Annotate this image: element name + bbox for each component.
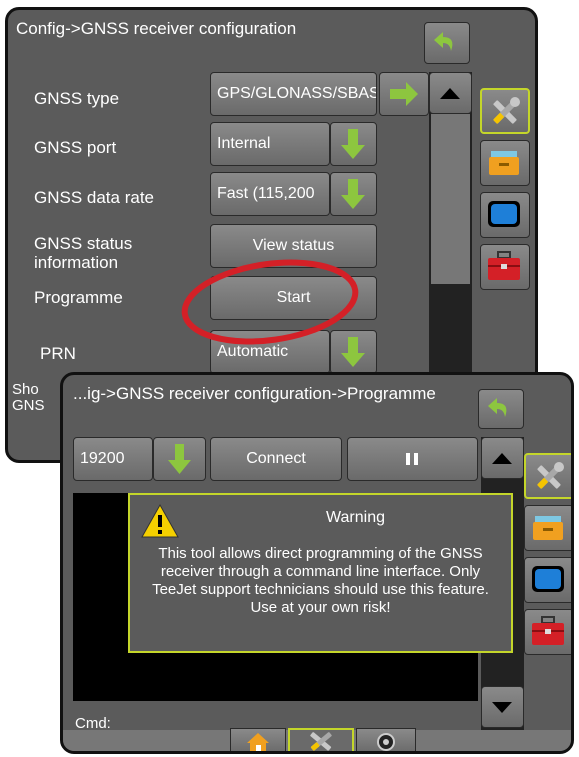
down-triangle-icon <box>492 702 512 713</box>
warning-dialog: Warning This tool allows direct programm… <box>128 493 513 653</box>
tab-tools[interactable] <box>288 728 354 751</box>
row-label-show-gnss: Sho GNS <box>12 381 45 414</box>
up-triangle-icon <box>492 453 512 464</box>
screen-title: Config->GNSS receiver configuration <box>16 19 297 38</box>
console-button[interactable] <box>524 557 571 603</box>
gnss-data-rate-dropdown-button[interactable] <box>330 172 377 216</box>
scroll-down-button[interactable] <box>481 686 524 728</box>
home-icon <box>247 733 269 751</box>
console-icon <box>532 566 564 592</box>
row-label-gnss-type: GNSS type <box>34 89 120 108</box>
down-arrow-icon <box>341 179 365 209</box>
scroll-up-button[interactable] <box>429 72 472 114</box>
row-label-gnss-status: GNSS status information <box>34 234 133 272</box>
back-button[interactable] <box>424 22 470 64</box>
toolbox-button[interactable] <box>524 609 571 655</box>
programme-screen: ...ig->GNSS receiver configuration->Prog… <box>60 372 574 754</box>
right-arrow-icon <box>390 82 418 106</box>
row-label-programme: Programme <box>34 288 123 307</box>
warning-text: This tool allows direct programming of t… <box>152 545 489 616</box>
data-drawer-button[interactable] <box>480 140 530 186</box>
tab-gauge[interactable] <box>356 728 416 751</box>
back-arrow-icon <box>488 398 507 417</box>
console-icon <box>488 201 520 227</box>
drawer-icon <box>489 151 519 175</box>
scrollbar-thumb[interactable] <box>431 114 470 284</box>
warning-title: Warning <box>326 509 385 526</box>
row-label-prn: PRN <box>40 344 76 363</box>
gnss-type-value[interactable]: GPS/GLONASS/SBAS <box>210 72 377 116</box>
down-arrow-icon <box>341 129 365 159</box>
tools-icon <box>310 732 332 751</box>
connect-button[interactable]: Connect <box>210 437 342 481</box>
baud-rate-value[interactable]: 19200 <box>73 437 153 481</box>
highlight-ellipse <box>181 259 359 345</box>
tools-button[interactable] <box>524 453 571 499</box>
scroll-up-button[interactable] <box>481 437 524 479</box>
toolbox-button[interactable] <box>480 244 530 290</box>
gnss-data-rate-value[interactable]: Fast (115,200 <box>210 172 330 216</box>
tools-icon <box>537 462 564 489</box>
drawer-icon <box>533 516 563 540</box>
row-label-gnss-port: GNSS port <box>34 138 117 157</box>
gauge-icon <box>377 733 395 751</box>
screen-title: ...ig->GNSS receiver configuration->Prog… <box>73 384 436 403</box>
tools-button[interactable] <box>480 88 530 134</box>
gnss-port-dropdown-button[interactable] <box>330 122 377 166</box>
tab-home[interactable] <box>230 728 286 751</box>
up-triangle-icon <box>440 88 460 99</box>
console-button[interactable] <box>480 192 530 238</box>
pause-button[interactable] <box>347 437 478 481</box>
toolbox-icon <box>532 616 564 645</box>
back-button[interactable] <box>478 389 524 429</box>
tools-icon <box>493 97 520 124</box>
back-arrow-icon <box>434 32 453 51</box>
pause-icon <box>406 453 418 465</box>
toolbox-icon <box>488 251 520 280</box>
gnss-type-next-button[interactable] <box>379 72 429 116</box>
baud-rate-dropdown-button[interactable] <box>153 437 206 481</box>
data-drawer-button[interactable] <box>524 505 571 551</box>
gnss-port-value[interactable]: Internal <box>210 122 330 166</box>
row-label-gnss-data-rate: GNSS data rate <box>34 188 155 207</box>
down-arrow-icon <box>168 444 191 474</box>
